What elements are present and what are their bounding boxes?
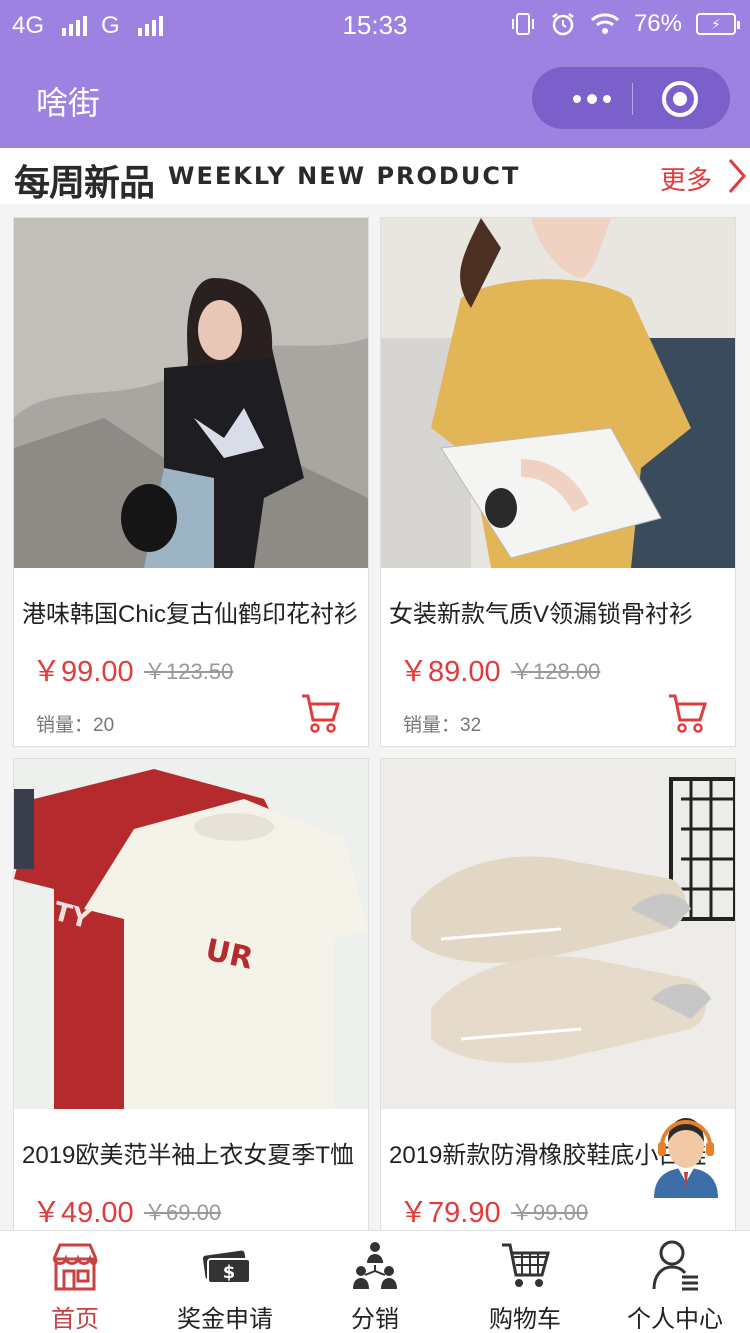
product-card[interactable]: 女装新款气质V领漏锁骨衬衫 ￥89.00 ￥128.00 销量：32 [380, 217, 736, 747]
add-to-cart-icon[interactable] [300, 692, 340, 734]
product-name[interactable]: 港味韩国Chic复古仙鹤印花衬衫 [22, 594, 362, 629]
user-icon [652, 1240, 698, 1291]
product-price: ￥79.90 [399, 1197, 501, 1229]
tab-label: 分销 [351, 1306, 399, 1333]
tab-profile[interactable]: 个人中心 [600, 1231, 750, 1333]
product-image[interactable] [381, 759, 735, 1109]
product-original-price: ￥69.00 [144, 1200, 222, 1225]
page-title: 啥街 [36, 85, 101, 121]
vibrate-icon [511, 13, 534, 35]
product-image[interactable] [381, 218, 735, 568]
tab-distribution[interactable]: 分销 [300, 1231, 450, 1333]
section-title-cn: 每周新品 [14, 163, 155, 204]
battery-percent: 76% [633, 10, 682, 37]
tab-label: 奖金申请 [177, 1306, 273, 1333]
storefront-icon [52, 1243, 98, 1291]
top-header: 4G G 15:33 76% ⚡ 啥街 [0, 0, 750, 148]
product-card[interactable]: UR TY 2019欧美范半袖上衣女夏季T恤 ￥49.00 ￥69.00 [13, 758, 369, 1230]
product-grid: 港味韩国Chic复古仙鹤印花衬衫 ￥99.00 ￥123.50 销量：20 女装… [0, 204, 750, 1230]
weekly-new-section-header: 每周新品 WEEKLY NEW PRODUCT 更多 [0, 148, 750, 204]
wifi-icon [590, 13, 619, 34]
capsule-divider [632, 83, 633, 115]
status-right: 76% ⚡ [510, 10, 740, 38]
cart-icon [502, 1243, 550, 1287]
battery-icon: ⚡ [696, 13, 740, 35]
product-original-price: ￥123.50 [144, 659, 234, 684]
more-dots-icon[interactable] [562, 85, 622, 113]
product-card[interactable]: 港味韩国Chic复古仙鹤印花衬衫 ￥99.00 ￥123.50 销量：20 [13, 217, 369, 747]
product-price: ￥49.00 [32, 1197, 134, 1229]
product-image[interactable]: UR TY [14, 759, 368, 1109]
product-name[interactable]: 2019欧美范半袖上衣女夏季T恤 [22, 1135, 362, 1170]
target-circle-icon[interactable] [662, 81, 698, 117]
section-title-en: WEEKLY NEW PRODUCT [168, 162, 521, 190]
more-link[interactable]: 更多 [660, 160, 712, 197]
product-price: ￥99.00 [32, 656, 134, 688]
money-icon: $ [202, 1250, 250, 1284]
miniprogram-capsule [531, 66, 731, 130]
product-price: ￥89.00 [399, 656, 501, 688]
tab-label: 个人中心 [627, 1306, 723, 1333]
product-name[interactable]: 女装新款气质V领漏锁骨衬衫 [389, 594, 729, 629]
customer-service-icon[interactable] [648, 1112, 724, 1198]
team-icon [353, 1242, 397, 1289]
product-original-price: ￥99.00 [511, 1200, 589, 1225]
add-to-cart-icon[interactable] [667, 692, 707, 734]
product-original-price: ￥128.00 [511, 659, 601, 684]
product-sales: 销量：32 [403, 715, 482, 736]
tab-bonus[interactable]: $ 奖金申请 [150, 1231, 300, 1333]
bottom-tab-bar: 首页 $ 奖金申请 分销 购物车 个人中心 [0, 1230, 750, 1333]
alarm-icon [552, 13, 574, 36]
status-bar: 4G G 15:33 76% ⚡ [0, 0, 750, 50]
svg-text:$: $ [223, 1262, 236, 1283]
tab-cart[interactable]: 购物车 [450, 1231, 600, 1333]
tab-label: 购物车 [489, 1306, 561, 1333]
tab-label: 首页 [51, 1306, 99, 1333]
chevron-right-icon[interactable] [722, 158, 750, 194]
product-image[interactable] [14, 218, 368, 568]
product-sales: 销量：20 [36, 715, 115, 736]
tab-home[interactable]: 首页 [0, 1231, 150, 1333]
